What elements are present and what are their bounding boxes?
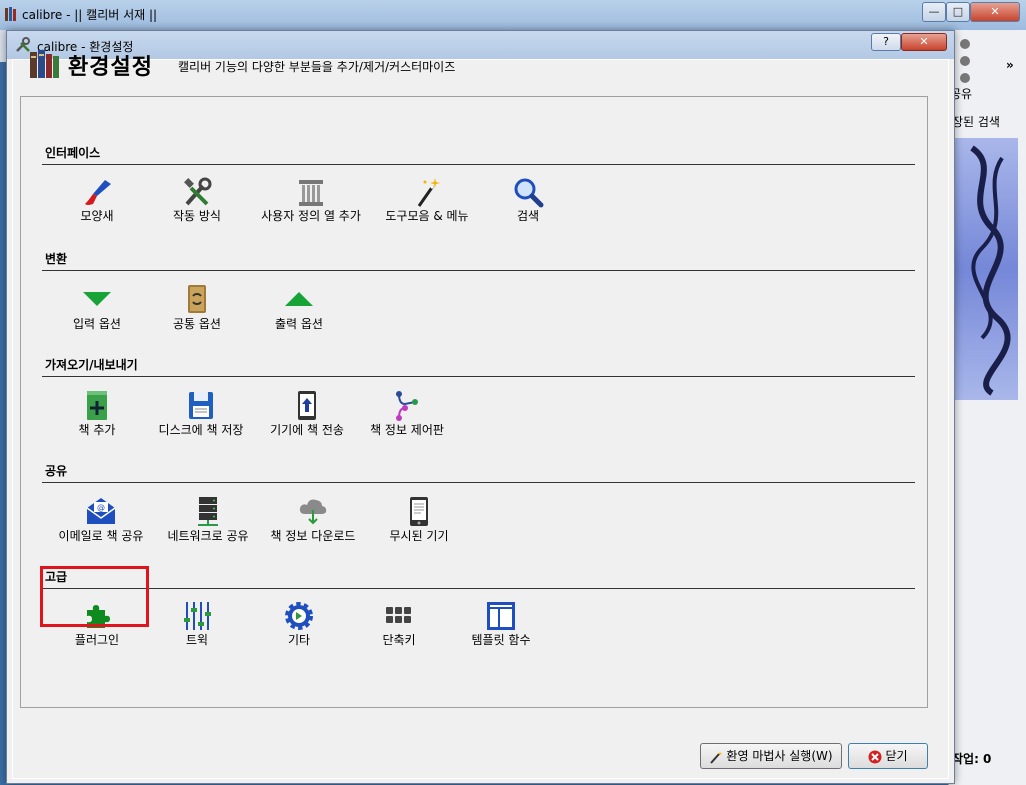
section-divider — [42, 376, 915, 377]
toolbar-more-chevron[interactable]: » — [1006, 58, 1014, 72]
magic-wand-icon — [710, 750, 723, 764]
close-button[interactable]: 닫기 — [848, 743, 928, 769]
library-books-icon — [30, 50, 59, 78]
device-send-icon — [298, 391, 316, 420]
main-window-title: calibre - || 캘리버 서재 || — [22, 8, 158, 22]
pref-item-share-email[interactable]: @ 이메일로 책 공유 — [46, 496, 156, 556]
section-divider — [42, 270, 915, 271]
email-icon: @ — [86, 498, 116, 524]
pref-item-ignored-devices[interactable]: 무시된 기기 — [364, 496, 474, 556]
pref-item-send-to-device[interactable]: 기기에 책 전송 — [252, 390, 362, 450]
add-book-icon — [87, 391, 107, 420]
keyboard-icon — [386, 607, 411, 623]
tools-icon — [184, 177, 212, 206]
main-maximize-button[interactable]: □ — [946, 2, 970, 22]
section-label-interface: 인터페이스 — [45, 146, 101, 160]
template-icon — [487, 602, 515, 630]
sliders-icon — [184, 602, 211, 630]
pref-item-label: 작동 방식 — [173, 209, 221, 223]
floppy-disk-icon — [189, 392, 213, 419]
jobs-status-label[interactable]: 작업: 0 — [952, 750, 991, 767]
pref-item-metadata-plugboards[interactable]: 책 정보 제어판 — [352, 390, 462, 450]
section-divider — [42, 482, 915, 483]
page-subtitle: 캘리버 기능의 다양한 부분들을 추가/제거/커스터마이즈 — [178, 60, 456, 74]
book-cover-image — [952, 138, 1018, 400]
close-circle-icon — [868, 750, 882, 763]
pref-item-share-network[interactable]: 네트워크로 공유 — [153, 496, 263, 556]
section-label-import-export: 가져오기/내보내기 — [45, 358, 138, 372]
page-title: 환경설정 — [68, 55, 153, 80]
pref-item-input-options[interactable]: 입력 옵션 — [42, 284, 152, 344]
paintbrush-icon — [85, 180, 111, 205]
pref-item-save-to-disk[interactable]: 디스크에 책 저장 — [146, 390, 256, 450]
network-server-icon — [198, 497, 218, 526]
calibre-app-icon — [5, 7, 16, 21]
pref-item-tweaks[interactable]: 트윅 — [142, 600, 252, 660]
pref-item-metadata-download[interactable]: 책 정보 다운로드 — [258, 496, 368, 556]
svg-text:@: @ — [97, 503, 105, 512]
pref-item-label: 사용자 정의 열 추가 — [261, 209, 361, 223]
magic-wand-icon — [417, 178, 440, 207]
pref-item-label: 책 정보 제어판 — [370, 423, 444, 437]
wizard-button-label: 환영 마법사 실행(W) — [726, 749, 833, 763]
cloud-download-icon — [299, 499, 327, 525]
pref-item-appearance[interactable]: 모양새 — [42, 176, 152, 236]
main-window-titlebar: calibre - || 캘리버 서재 || — □ ✕ — [0, 0, 1026, 30]
section-label-conversion: 변환 — [45, 252, 68, 266]
highlight-annotation-box — [40, 566, 149, 627]
pref-item-toolbars-menus[interactable]: 도구모음 & 메뉴 — [372, 176, 482, 236]
plugboard-icon — [396, 391, 418, 421]
column-icon — [299, 180, 323, 206]
pref-item-miscellaneous[interactable]: 기타 — [244, 600, 354, 660]
section-divider — [42, 164, 915, 165]
main-minimize-button[interactable]: — — [922, 2, 946, 22]
pref-item-label: 무시된 기기 — [389, 529, 449, 543]
ebook-reader-icon — [410, 497, 428, 526]
section-divider — [42, 588, 915, 589]
dialog-help-button[interactable]: ? — [871, 33, 901, 51]
pref-item-add-books[interactable]: 책 추가 — [42, 390, 152, 450]
close-button-label: 닫기 — [885, 749, 908, 763]
pref-item-label: 검색 — [516, 209, 540, 223]
convert-book-icon — [188, 285, 206, 313]
pref-item-search[interactable]: 검색 — [473, 176, 583, 236]
pref-item-behavior[interactable]: 작동 방식 — [142, 176, 252, 236]
run-welcome-wizard-button[interactable]: 환영 마법사 실행(W) — [700, 743, 842, 769]
pref-item-custom-columns[interactable]: 사용자 정의 열 추가 — [256, 176, 366, 236]
saved-search-label[interactable]: 장된 검색 — [952, 113, 1000, 130]
arrow-up-icon — [285, 292, 313, 306]
search-icon — [514, 178, 544, 208]
arrow-down-icon — [83, 292, 111, 306]
main-close-button[interactable]: ✕ — [970, 2, 1020, 22]
pref-item-output-options[interactable]: 출력 옵션 — [244, 284, 354, 344]
pref-item-common-options[interactable]: 공통 옵션 — [142, 284, 252, 344]
gear-icon — [285, 602, 313, 630]
toolbar-grip-icon — [960, 39, 970, 83]
pref-item-shortcuts[interactable]: 단축키 — [344, 600, 454, 660]
pref-item-template-functions[interactable]: 템플릿 함수 — [446, 600, 556, 660]
section-label-sharing: 공유 — [45, 464, 68, 478]
pref-item-label: 출력 옵션 — [275, 317, 323, 331]
pref-item-label: 템플릿 함수 — [471, 633, 531, 647]
dialog-close-button[interactable]: ✕ — [901, 33, 947, 51]
